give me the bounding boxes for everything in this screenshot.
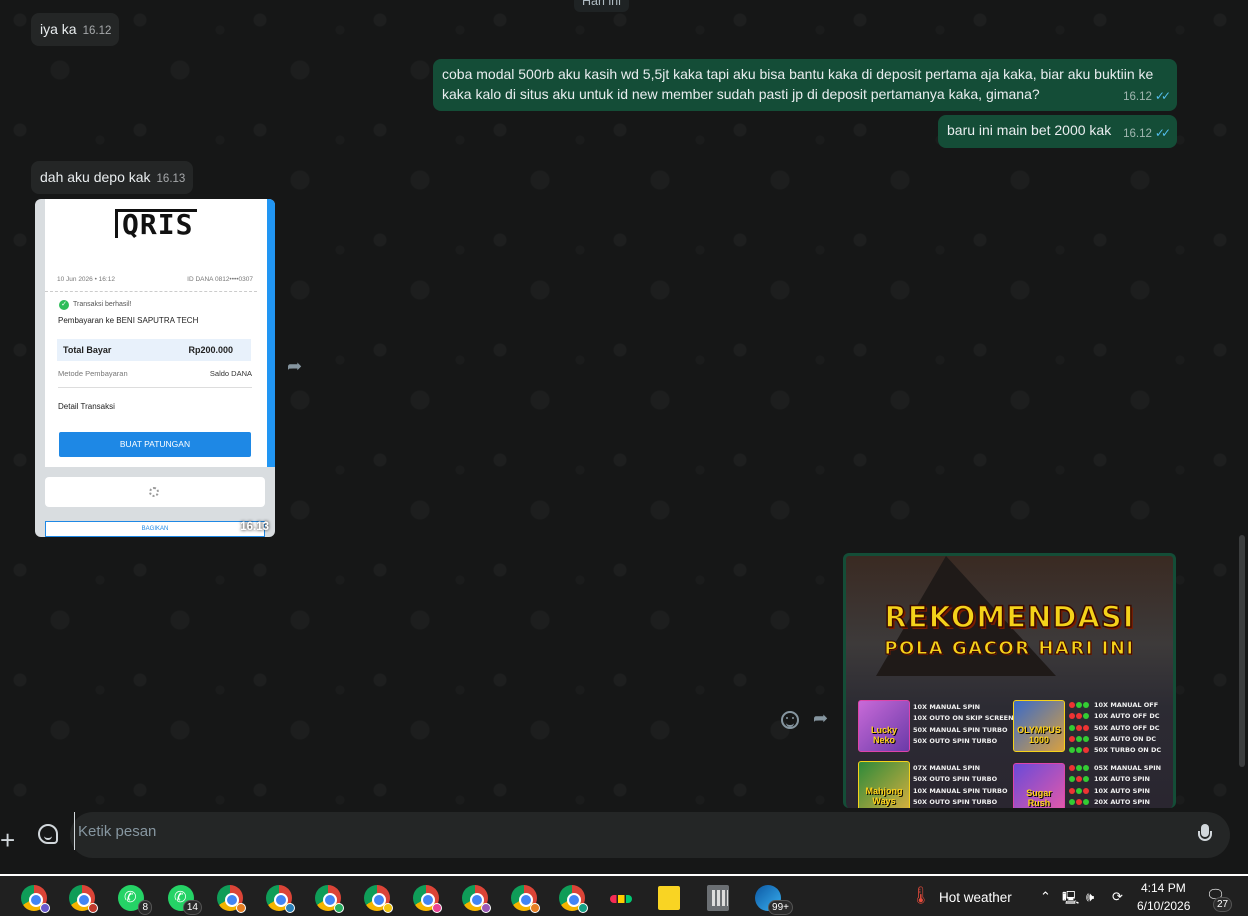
receipt-total-value: Rp200.000 [188, 345, 233, 355]
date-chip: Hari ini [574, 0, 629, 12]
notification-badge: 14 [182, 900, 202, 915]
chrome-icon[interactable] [462, 885, 491, 913]
receipt-total-label: Total Bayar [63, 345, 112, 355]
chrome-icon[interactable] [21, 885, 50, 913]
message-meta: 16.12 ✓✓ [1123, 123, 1171, 144]
message-text: iya ka [40, 21, 77, 37]
message-time: 16.12 [1123, 128, 1152, 140]
message-meta: 16.12 ✓✓ [1123, 86, 1171, 107]
react-emoji-icon[interactable] [781, 711, 799, 729]
pattern-list: 10X MANUAL OFF 10X AUTO OFF DC 50X AUTO … [1069, 700, 1161, 756]
message-time: 16.12 [1123, 91, 1152, 103]
whatsapp-icon[interactable]: 14 [168, 885, 202, 915]
message-text: dah aku depo kak [40, 169, 151, 185]
receipt-total-row: Total Bayar Rp200.000 [57, 339, 251, 361]
receipt-share-button: BAGIKAN [45, 521, 265, 537]
scrollbar-thumb[interactable] [1239, 535, 1245, 767]
network-icon[interactable]: 🖳 [1062, 889, 1079, 911]
receipt-detail-label: Detail Transaksi [58, 402, 115, 411]
chrome-icon[interactable] [413, 885, 442, 913]
receipt-image-message[interactable]: QRIS 10 Jun 2026 • 16:12 ID DANA 0812•••… [35, 199, 275, 537]
message-text: coba modal 500rb aku kasih wd 5,5jt kaka… [442, 66, 1154, 102]
promo-subtitle: POLA GACOR HARI INI [884, 638, 1135, 660]
receipt-method-value: Saldo DANA [209, 369, 252, 378]
receipt-account: ID DANA 0812••••0307 [187, 276, 253, 283]
game-thumbnail: Sugar Rush [1013, 763, 1065, 808]
weather-thermometer-icon[interactable]: 🌡 [910, 886, 932, 906]
game-thumbnail: OLYMPUS 1000 [1013, 700, 1065, 752]
monday-icon[interactable] [608, 885, 634, 911]
sync-icon[interactable]: ⟳ [1112, 889, 1123, 905]
qris-logo: QRIS [115, 209, 198, 239]
divider [45, 291, 257, 292]
microphone-icon[interactable] [1198, 824, 1212, 846]
sticker-icon[interactable] [38, 824, 58, 844]
message-outgoing[interactable]: baru ini main bet 2000 kak 16.12 ✓✓ [938, 115, 1177, 148]
calculator-icon[interactable] [707, 885, 729, 911]
chrome-icon[interactable] [364, 885, 393, 913]
promo-image-message[interactable]: REKOMENDASI POLA GACOR HARI INI Lucky Ne… [843, 553, 1176, 808]
message-time: 16.13 [240, 521, 269, 533]
receipt-paper: QRIS 10 Jun 2026 • 16:12 ID DANA 0812•••… [45, 199, 267, 467]
message-time: 16.12 [82, 25, 112, 37]
clock-time[interactable]: 4:14 PM [1141, 881, 1186, 895]
chat-scrollbar[interactable] [1236, 0, 1248, 808]
volume-icon[interactable]: 🕪 [1086, 889, 1094, 905]
receipt-date: 10 Jun 2026 • 16:12 [57, 276, 115, 283]
notification-badge: 27 [1213, 897, 1233, 912]
pattern-list: 10X MANUAL SPIN 10X OUTO ON SKIP SCREENS 5… [913, 703, 1019, 745]
promo-title: REKOMENDASI [884, 599, 1135, 635]
message-text: baru ini main bet 2000 kak [947, 122, 1112, 138]
notification-badge: 8 [138, 900, 152, 915]
notification-badge: 99+ [768, 900, 793, 915]
whatsapp-icon[interactable]: 8 [118, 885, 152, 915]
receipt-status: Transaksi berhasil! [59, 300, 132, 310]
receipt-merchant: Pembayaran ke BENI SAPUTRA TECH [58, 316, 199, 325]
loading-spinner-icon [149, 487, 159, 497]
divider [58, 387, 252, 388]
clock-date[interactable]: 6/10/2026 [1137, 899, 1190, 913]
double-check-icon: ✓✓ [1154, 126, 1171, 140]
forward-icon[interactable]: ➦ [813, 708, 828, 729]
pattern-list: 05X MANUAL SPIN 10X AUTO SPIN 10X AUTO S… [1069, 763, 1161, 808]
pattern-list: 07X MANUAL SPIN 50X OUTO SPIN TURBO 10X MA… [913, 764, 1008, 806]
chrome-icon[interactable] [69, 885, 98, 913]
message-input-wrapper [70, 812, 1230, 858]
windows-taskbar: 8 14 99+ 🌡 Hot weather ⌃ 🖳 🕪 ⟳ 4:14 PM 6… [0, 874, 1248, 916]
weather-text[interactable]: Hot weather [939, 890, 1012, 905]
chrome-icon[interactable] [315, 885, 344, 913]
game-thumbnail: Lucky Neko [858, 700, 910, 752]
message-outgoing[interactable]: coba modal 500rb aku kasih wd 5,5jt kaka… [433, 59, 1177, 111]
chat-panel: Hari ini iya ka 16.12 coba modal 500rb ak… [0, 0, 1236, 808]
whatsapp-window: Hari ini iya ka 16.12 coba modal 500rb ak… [0, 0, 1248, 916]
sticky-notes-icon[interactable] [658, 886, 680, 910]
chrome-icon[interactable] [511, 885, 540, 913]
receipt-method-label: Metode Pembayaran [58, 369, 128, 378]
chrome-icon[interactable] [217, 885, 246, 913]
chevron-up-icon[interactable]: ⌃ [1040, 889, 1051, 905]
chrome-icon[interactable] [266, 885, 295, 913]
attach-plus-icon[interactable]: + [0, 827, 15, 853]
double-check-icon: ✓✓ [1154, 89, 1171, 103]
game-thumbnail: Mahjong Ways [858, 761, 910, 808]
message-input[interactable] [74, 812, 1174, 850]
message-time: 16.13 [156, 173, 186, 185]
edge-icon[interactable]: 99+ [755, 885, 793, 915]
message-incoming[interactable]: iya ka 16.12 [31, 13, 120, 46]
message-composer: + [0, 808, 1248, 872]
receipt-button: BUAT PATUNGAN [59, 432, 251, 457]
receipt-edge [267, 199, 275, 467]
chrome-icon[interactable] [559, 885, 588, 913]
message-incoming[interactable]: dah aku depo kak 16.13 [31, 161, 194, 194]
forward-icon[interactable]: ➦ [287, 356, 302, 377]
